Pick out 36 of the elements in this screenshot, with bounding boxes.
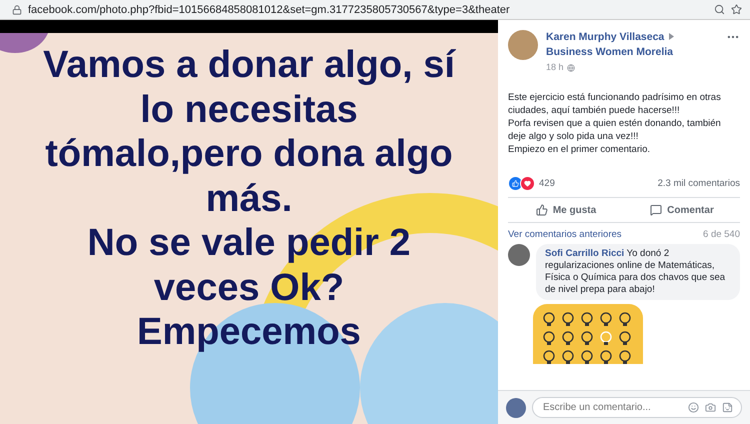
love-reaction-icon: [520, 176, 535, 191]
speech-bubble-icon: [650, 204, 662, 216]
comment-button[interactable]: Comentar: [624, 198, 740, 222]
like-reaction-icon: [508, 176, 523, 191]
url-text: facebook.com/photo.php?fbid=10156684858081012&set=gm.3177235805730567&type=3&theater: [28, 4, 511, 16]
photo-caption-line: Empecemos: [137, 310, 361, 354]
comment-bubble: Sofi Carrillo Ricci Yo donó 2 regularizaciones online de Matemáticas, Física o Química para dos chavos que sea de nivel prepa para abajo!: [536, 244, 740, 300]
avatar[interactable]: [508, 244, 530, 266]
sticker-icon[interactable]: [722, 402, 733, 413]
lightbulb-grid-drawing[interactable]: [533, 304, 643, 364]
avatar[interactable]: [506, 398, 526, 418]
lock-icon: [12, 4, 22, 14]
commenter-link[interactable]: Sofi Carrillo Ricci: [545, 248, 624, 259]
zoom-icon[interactable]: [714, 4, 725, 15]
camera-icon[interactable]: [705, 402, 716, 413]
comments-count[interactable]: 2.3 mil comentarios: [658, 178, 740, 189]
comment-count: 6 de 540: [703, 229, 740, 240]
address-bar[interactable]: facebook.com/photo.php?fbid=10156684858081012&set=gm.3177235805730567&type=3&theater: [0, 0, 750, 20]
author-link[interactable]: Karen Murphy Villaseca: [546, 31, 664, 43]
photo-caption-line: más.: [206, 176, 292, 221]
previous-comments-link[interactable]: Ver comentarios anteriores: [508, 229, 622, 240]
triangle-icon: [669, 33, 674, 40]
photo-caption-line: Vamos a donar algo, sí: [43, 43, 455, 88]
avatar[interactable]: [508, 30, 538, 60]
post-text: Este ejercicio está funcionando padrísimo en otras ciudades, aquí también puede hacerse!!! Porfa revisen que a quien estén donando, también deje algo y solo pida una vez!!! Empiezo en el primer comentario.: [508, 91, 722, 156]
bookmark-star-icon[interactable]: [731, 4, 742, 15]
comment-box[interactable]: Escribe un comentario...: [532, 397, 742, 418]
photo-caption-line: tómalo,pero dona algo: [45, 132, 453, 176]
emoji-icon[interactable]: [688, 402, 699, 413]
post-time[interactable]: 18 h: [546, 60, 564, 75]
globe-icon: [566, 64, 575, 72]
photo-caption-line: lo necesitas: [140, 88, 358, 132]
like-button[interactable]: Me gusta: [508, 198, 624, 222]
reactions-count[interactable]: 429: [539, 178, 555, 189]
thumbs-up-icon: [536, 204, 548, 216]
group-link[interactable]: Business Women Morelia: [546, 46, 674, 58]
